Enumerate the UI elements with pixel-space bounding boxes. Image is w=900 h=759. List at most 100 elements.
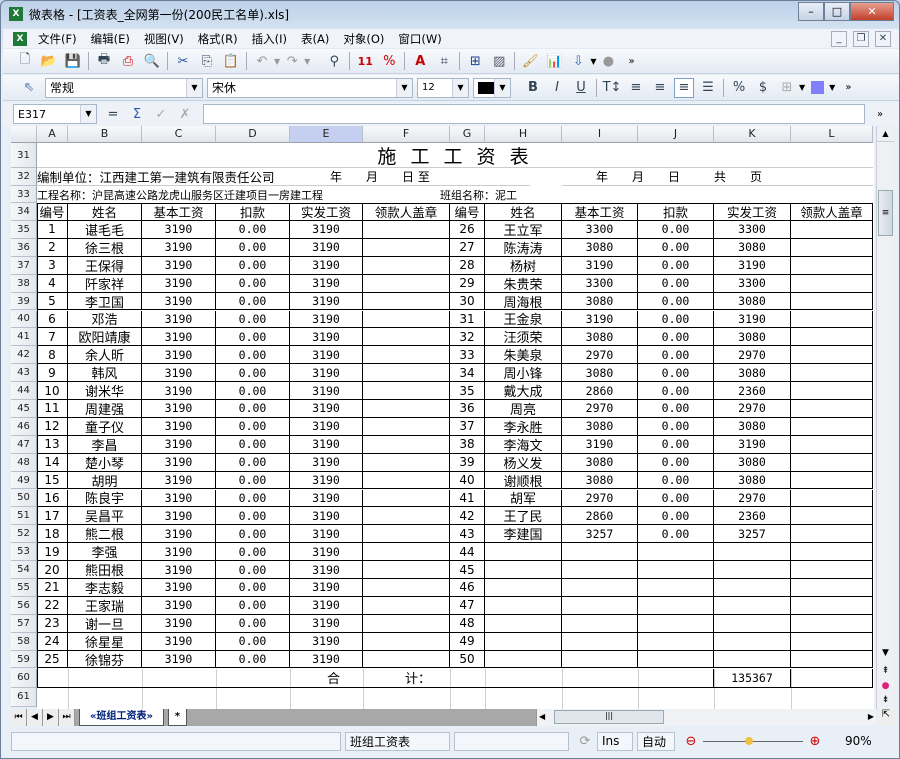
worker-name[interactable]: 谢米华 xyxy=(68,382,142,400)
worker-number[interactable]: 47 xyxy=(450,596,485,615)
signature[interactable] xyxy=(791,292,873,311)
worker-number[interactable]: 13 xyxy=(37,435,68,454)
deduction[interactable]: 0.00 xyxy=(216,614,290,633)
signature[interactable] xyxy=(791,417,873,436)
equals-icon[interactable]: = xyxy=(103,104,123,124)
signature[interactable] xyxy=(363,543,450,562)
signature[interactable] xyxy=(363,328,450,347)
base-wage[interactable]: 2970 xyxy=(562,400,638,418)
deduction[interactable]: 0.00 xyxy=(638,364,714,383)
deduction[interactable]: 0.00 xyxy=(638,382,714,400)
worker-name[interactable]: 汪须荣 xyxy=(485,328,562,347)
net-pay[interactable]: 3190 xyxy=(714,256,791,275)
column-header-E[interactable]: E xyxy=(290,126,363,143)
net-pay[interactable]: 3190 xyxy=(290,400,363,418)
split-icon[interactable]: ⇱ xyxy=(877,709,895,726)
signature[interactable] xyxy=(363,579,450,597)
deduction[interactable]: 0.00 xyxy=(216,256,290,275)
signature[interactable] xyxy=(363,614,450,633)
deduction[interactable]: 0.00 xyxy=(216,471,290,490)
worker-name[interactable]: 徐星星 xyxy=(68,632,142,651)
page-count[interactable]: 共 页 xyxy=(714,168,873,186)
menu-window[interactable]: 窗口(W) xyxy=(391,31,448,47)
find-icon[interactable]: ⚲ xyxy=(324,51,344,71)
underline-icon[interactable]: U xyxy=(571,78,591,98)
base-wage[interactable] xyxy=(562,561,638,579)
row-header-40[interactable]: 40 xyxy=(11,310,37,329)
deduction[interactable]: 0.00 xyxy=(638,435,714,454)
worker-name[interactable]: 李志毅 xyxy=(68,579,142,597)
worker-number[interactable]: 45 xyxy=(450,561,485,579)
deduction[interactable]: 0.00 xyxy=(638,471,714,490)
number-format-select[interactable]: 常规 ▼ xyxy=(45,77,203,98)
worker-number[interactable]: 22 xyxy=(37,596,68,615)
row-header-53[interactable]: 53 xyxy=(11,543,37,562)
column-header-D[interactable]: D xyxy=(216,126,290,143)
deduction[interactable]: 0.00 xyxy=(216,543,290,562)
net-pay[interactable]: 3190 xyxy=(290,364,363,383)
net-pay[interactable]: 3190 xyxy=(290,435,363,454)
base-wage[interactable]: 3190 xyxy=(562,256,638,275)
row-header-35[interactable]: 35 xyxy=(11,221,37,239)
doc-close-button[interactable]: ✕ xyxy=(875,30,891,47)
base-wage[interactable]: 3080 xyxy=(562,238,638,257)
base-wage[interactable]: 3190 xyxy=(142,614,216,633)
net-pay[interactable]: 3257 xyxy=(714,525,791,544)
sheet-area[interactable]: 施 工 工 资 表编制单位：江西建工第一建筑有限责任公司年 月 日 至年 月 日… xyxy=(37,143,874,709)
deduction[interactable]: 0.00 xyxy=(216,310,290,329)
menu-insert[interactable]: 插入(I) xyxy=(245,31,294,47)
select-all-corner[interactable] xyxy=(11,126,37,143)
base-wage[interactable]: 3190 xyxy=(142,346,216,365)
worker-number[interactable]: 18 xyxy=(37,525,68,544)
pdf-export-icon[interactable]: ⎙ xyxy=(118,51,138,71)
sort-icon[interactable]: ⇩ xyxy=(568,51,588,71)
worker-number[interactable]: 4 xyxy=(37,274,68,293)
worker-number[interactable]: 17 xyxy=(37,507,68,526)
page-up-icon[interactable]: ⇞ xyxy=(877,666,894,676)
worker-number[interactable]: 26 xyxy=(450,221,485,239)
more-toolbar-icon[interactable]: » xyxy=(628,56,634,67)
font-size-select[interactable]: 12 ▼ xyxy=(417,77,469,98)
signature[interactable] xyxy=(791,543,873,562)
row-header-39[interactable]: 39 xyxy=(11,292,37,311)
print-icon[interactable]: 🖶 xyxy=(94,51,114,71)
deduction[interactable]: 0.00 xyxy=(216,596,290,615)
net-pay[interactable]: 3190 xyxy=(290,328,363,347)
worker-number[interactable]: 34 xyxy=(450,364,485,383)
deduction[interactable]: 0.00 xyxy=(638,417,714,436)
currency-format-icon[interactable]: $ xyxy=(753,78,773,98)
worker-name[interactable]: 李建国 xyxy=(485,525,562,544)
signature[interactable] xyxy=(363,292,450,311)
worker-name[interactable]: 王立军 xyxy=(485,221,562,239)
net-pay[interactable]: 3300 xyxy=(714,221,791,239)
row-header-44[interactable]: 44 xyxy=(11,382,37,400)
row-header-34[interactable]: 34 xyxy=(11,203,37,221)
signature[interactable] xyxy=(363,453,450,472)
calc-mode[interactable]: 自动 xyxy=(637,731,675,751)
signature[interactable] xyxy=(791,614,873,633)
worker-name[interactable]: 周亮 xyxy=(485,400,562,418)
worker-number[interactable]: 38 xyxy=(450,435,485,454)
base-wage[interactable]: 3300 xyxy=(562,274,638,293)
deduction[interactable]: 0.00 xyxy=(216,632,290,651)
worker-name[interactable] xyxy=(485,543,562,562)
deduction[interactable]: 0.00 xyxy=(216,650,290,669)
worker-number[interactable]: 12 xyxy=(37,417,68,436)
worker-name[interactable]: 楚小琴 xyxy=(68,453,142,472)
signature[interactable] xyxy=(791,310,873,329)
base-wage[interactable]: 3190 xyxy=(142,596,216,615)
cancel-icon[interactable]: ✗ xyxy=(175,104,195,124)
signature[interactable] xyxy=(791,328,873,347)
net-pay[interactable]: 3080 xyxy=(714,238,791,257)
worker-number[interactable]: 32 xyxy=(450,328,485,347)
menu-format[interactable]: 格式(R) xyxy=(191,31,245,47)
worker-number[interactable]: 19 xyxy=(37,543,68,562)
open-folder-icon[interactable]: 📂 xyxy=(39,51,59,71)
net-pay[interactable]: 3190 xyxy=(290,256,363,275)
signature[interactable] xyxy=(791,489,873,508)
base-wage[interactable]: 3190 xyxy=(142,310,216,329)
worker-name[interactable]: 王家瑞 xyxy=(68,596,142,615)
base-wage[interactable] xyxy=(562,579,638,597)
deduction[interactable]: 0.00 xyxy=(638,453,714,472)
h-scroll-thumb[interactable]: ||| xyxy=(554,710,664,724)
